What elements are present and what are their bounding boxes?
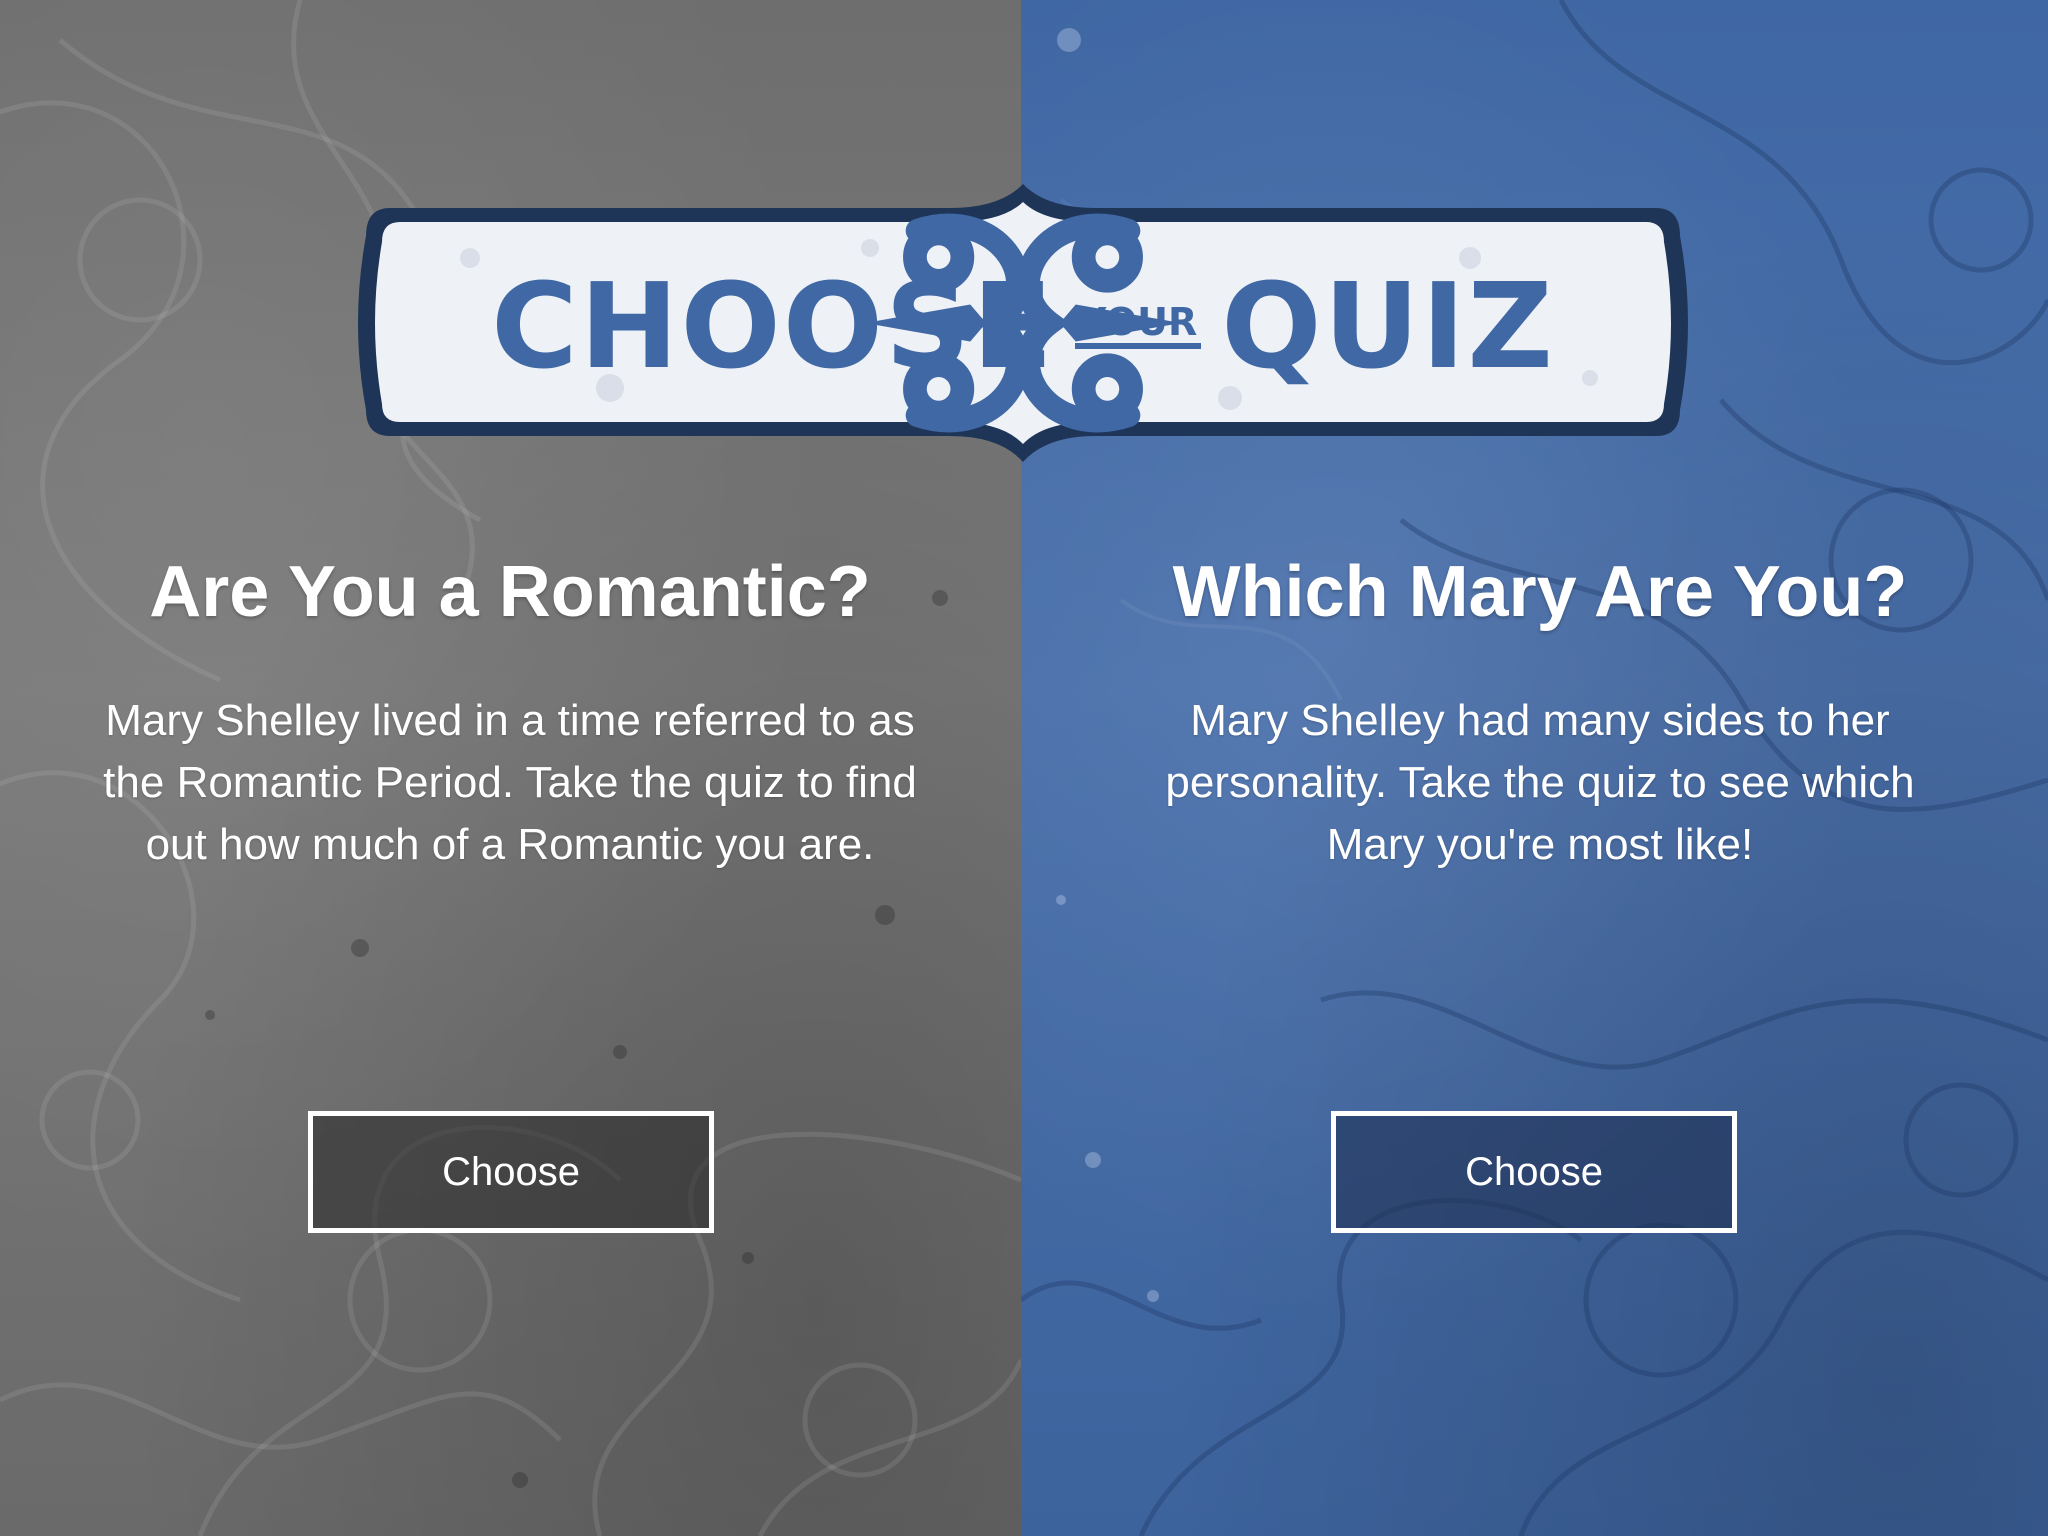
choose-your-quiz-banner: CHOOSE YOUR QUIZ bbox=[350, 178, 1696, 468]
quiz-description: Mary Shelley had many sides to her perso… bbox=[1165, 696, 1915, 869]
choose-which-mary-quiz-button[interactable]: Choose bbox=[1331, 1111, 1737, 1233]
choose-romantic-quiz-button[interactable]: Choose bbox=[308, 1111, 714, 1233]
quiz-chooser-screen: CHOOSE YOUR QUIZ Are You a Romantic? Mar… bbox=[0, 0, 2048, 1536]
quiz-title: Are You a Romantic? bbox=[149, 552, 871, 632]
right-scroll-flourish-icon bbox=[903, 213, 1182, 433]
quiz-title: Which Mary Are You? bbox=[1172, 552, 1908, 632]
quiz-description: Mary Shelley lived in a time referred to… bbox=[103, 696, 917, 869]
banner-title: CHOOSE YOUR QUIZ bbox=[350, 178, 1696, 468]
